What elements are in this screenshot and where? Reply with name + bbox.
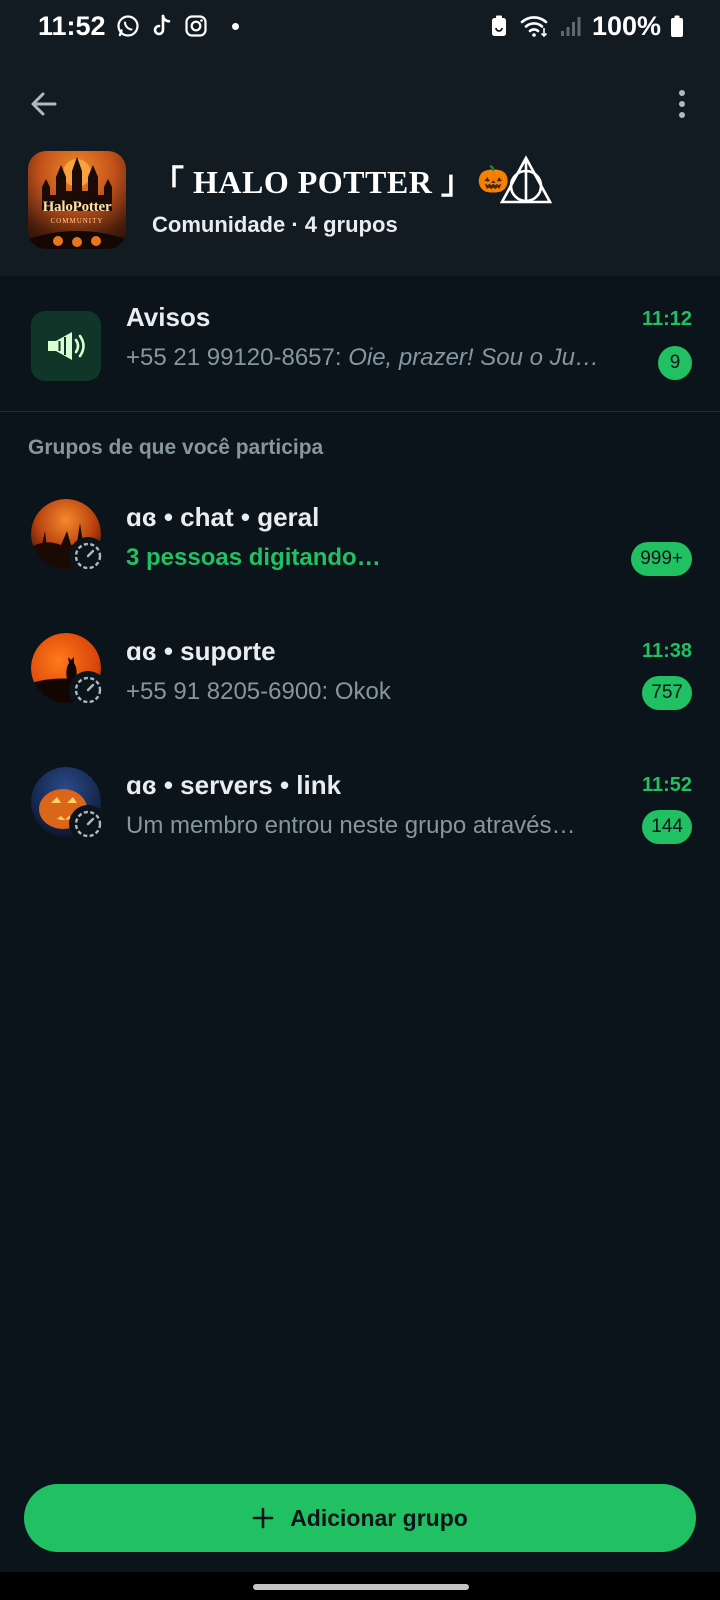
group-name: ɑɞ • chat • geral bbox=[126, 502, 320, 532]
community-subtitle: Comunidade · 4 grupos bbox=[152, 212, 398, 237]
avatar-logo-text: HaloPotter bbox=[42, 199, 112, 215]
announcements-row[interactable]: Avisos 11:12 +55 21 99120‑8657: Oie, pra… bbox=[0, 276, 720, 412]
group-row-suporte[interactable]: ɑɞ • suporte 11:38 +55 91 8205‑6900: Oko… bbox=[0, 620, 720, 754]
announcements-preview: +55 21 99120‑8657: Oie, prazer! Sou o Ju… bbox=[126, 344, 636, 372]
message-sender: +55 21 99120‑8657: bbox=[126, 344, 342, 371]
group-avatar bbox=[31, 633, 107, 709]
notification-dot-icon bbox=[231, 22, 239, 30]
typing-indicator: 3 pessoas digitando… bbox=[126, 544, 381, 571]
group-row-chat-geral[interactable]: ɑɞ • chat • geral 3 pessoas digitando… 9… bbox=[0, 486, 720, 620]
arrow-left-icon bbox=[31, 92, 57, 116]
tiktok-icon bbox=[150, 14, 174, 38]
disappearing-messages-icon bbox=[69, 805, 107, 843]
battery-percentage: 100% bbox=[591, 10, 661, 41]
message-text: Oie, prazer! Sou o Ju… bbox=[348, 344, 599, 371]
more-vertical-icon bbox=[679, 90, 685, 118]
status-time: 11:52 bbox=[38, 10, 106, 41]
unread-badge: 757 bbox=[642, 676, 692, 710]
megaphone-icon bbox=[48, 332, 85, 360]
community-avatar[interactable]: HaloPotter COMMUNITY bbox=[28, 151, 126, 249]
community-title: 「 HALO POTTER 」 🎃 bbox=[152, 155, 554, 204]
group-avatar bbox=[31, 499, 107, 575]
unread-badge: 144 bbox=[642, 810, 692, 844]
status-bar: 11:52 100% bbox=[0, 0, 720, 52]
whatsapp-icon bbox=[116, 14, 140, 38]
group-name: ɑɞ • servers • link bbox=[126, 770, 342, 800]
group-last-message: +55 91 8205‑6900: Okok bbox=[126, 678, 391, 705]
home-indicator[interactable] bbox=[253, 1584, 469, 1590]
announcements-title: Avisos bbox=[126, 302, 211, 332]
avatar-logo-subtext: COMMUNITY bbox=[50, 217, 104, 225]
disappearing-messages-icon bbox=[69, 537, 107, 575]
back-button[interactable] bbox=[24, 84, 64, 124]
group-avatar bbox=[31, 767, 107, 843]
more-options-button[interactable] bbox=[662, 84, 702, 124]
group-name: ɑɞ • suporte bbox=[126, 636, 276, 666]
wifi-icon bbox=[520, 14, 550, 38]
announcements-time: 11:12 bbox=[641, 308, 692, 330]
add-group-label: Adicionar grupo bbox=[290, 1504, 468, 1531]
plus-icon bbox=[252, 1507, 274, 1529]
section-label: Grupos de que você participa bbox=[28, 436, 324, 459]
announcements-avatar bbox=[31, 311, 101, 381]
disappearing-messages-icon bbox=[69, 671, 107, 709]
unread-badge: 999+ bbox=[631, 542, 692, 576]
group-time: 11:38 bbox=[641, 640, 692, 662]
group-last-message: Um membro entrou neste grupo através… bbox=[126, 812, 576, 839]
add-group-button[interactable]: Adicionar grupo bbox=[24, 1484, 696, 1552]
group-time: 11:52 bbox=[641, 774, 692, 796]
community-header: HaloPotter COMMUNITY 「 HALO POTTER 」 🎃 C… bbox=[0, 52, 720, 276]
signal-icon bbox=[559, 14, 583, 38]
group-row-servers-link[interactable]: ɑɞ • servers • link 11:52 Um membro entr… bbox=[0, 754, 720, 888]
community-name: 「 HALO POTTER 」 bbox=[152, 164, 474, 200]
battery-icon bbox=[670, 14, 684, 38]
instagram-icon bbox=[184, 14, 208, 38]
battery-saver-icon bbox=[487, 14, 511, 38]
deathly-hallows-icon bbox=[500, 155, 553, 204]
unread-badge: 9 bbox=[658, 346, 692, 380]
